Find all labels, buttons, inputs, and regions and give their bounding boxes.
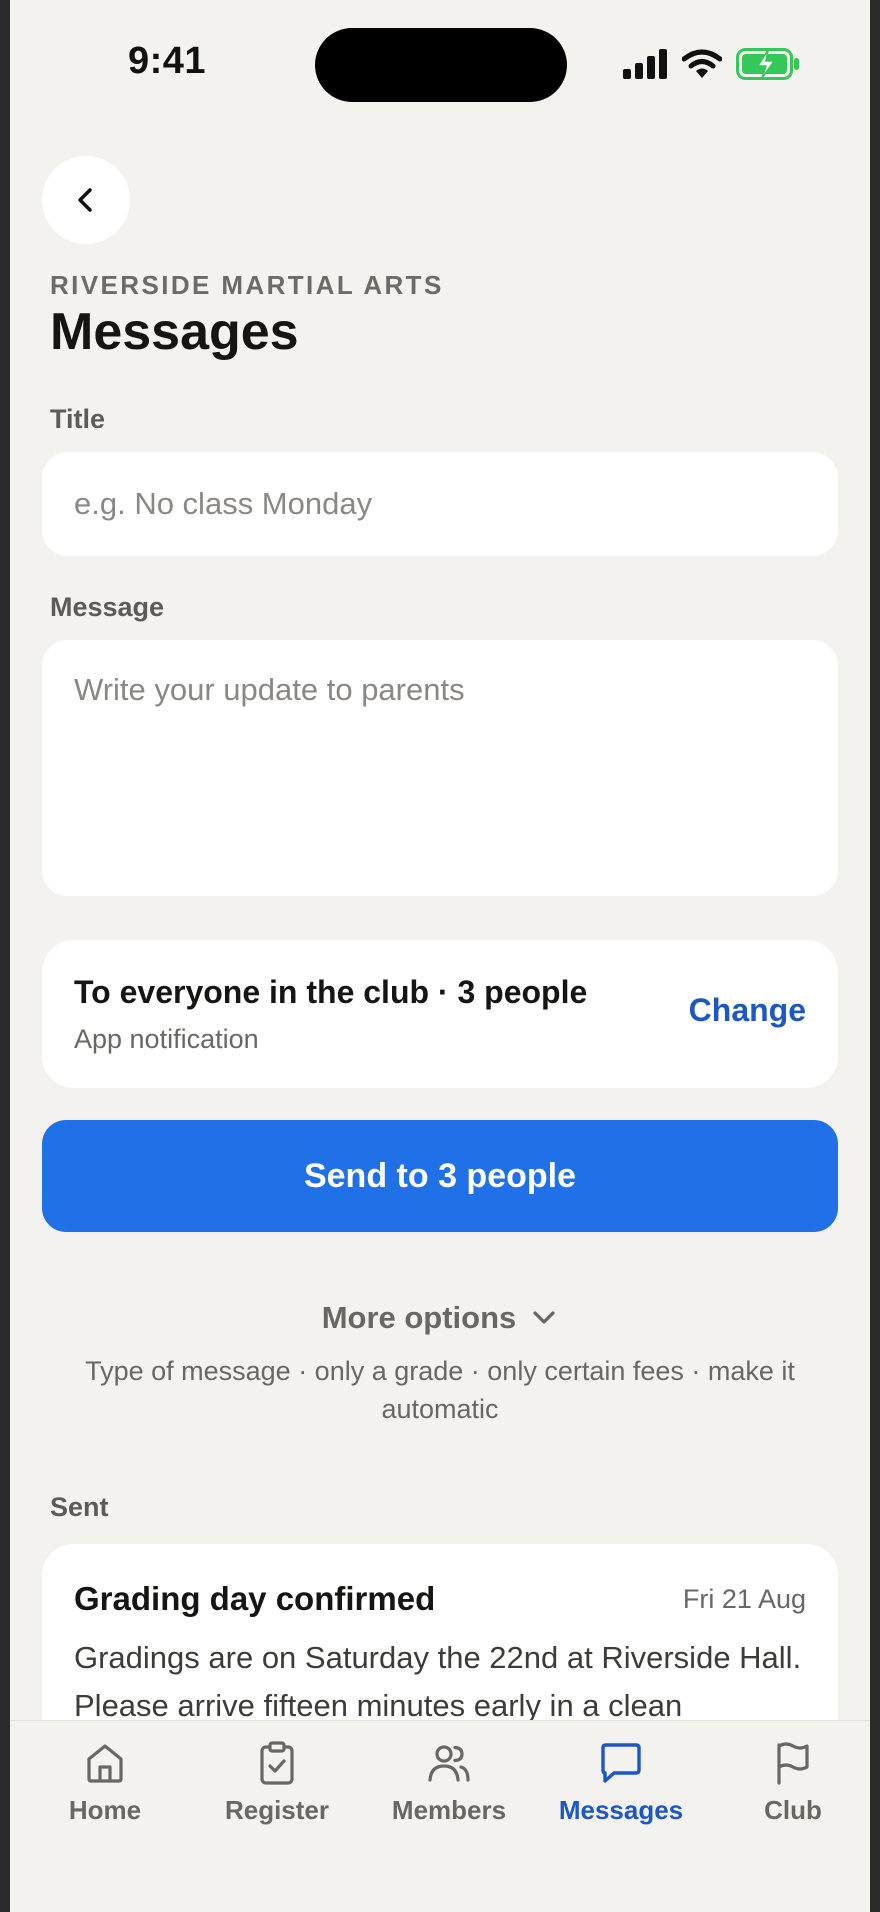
tab-club[interactable]: Club [713,1739,870,1826]
tab-messages-label: Messages [558,1795,684,1825]
status-icons [622,44,800,84]
back-button[interactable] [42,156,130,244]
recipients-summary: To everyone in the club · 3 people [74,974,588,1010]
home-icon [87,1744,123,1783]
users-icon [428,1745,470,1782]
app-screen: 9:41 RIVERSIDE MARTIAL ARTS Messages Tit… [10,0,870,1912]
battery-charging-icon [736,48,799,80]
tab-register[interactable]: Register [197,1739,357,1826]
tab-members[interactable]: Members [369,1739,529,1826]
message-textarea[interactable] [42,640,838,896]
tab-club-label: Club [764,1795,822,1825]
clipboard-check-icon [260,1741,294,1785]
delivery-channel: App notification [74,1024,259,1054]
club-name: RIVERSIDE MARTIAL ARTS [50,270,444,300]
chevron-left-icon [78,188,92,212]
tab-members-label: Members [391,1795,507,1825]
send-button[interactable]: Send to 3 people [42,1120,838,1232]
title-input[interactable] [42,452,838,556]
tab-home-label: Home [68,1795,142,1825]
sent-message-date: Fri 21 Aug [682,1584,806,1614]
message-icon [601,1743,641,1783]
tab-bar: Home Register Members Messages Club [10,1720,870,1912]
tab-messages[interactable]: Messages [541,1739,701,1826]
more-options-label: More options [321,1300,517,1335]
flag-icon [777,1742,809,1785]
tab-home[interactable]: Home [25,1739,185,1826]
sent-message-body: Gradings are on Saturday the 22nd at Riv… [74,1640,802,1723]
more-options-hint: Type of message · only a grade · only ce… [85,1356,795,1424]
sent-section-label: Sent [50,1492,109,1522]
dynamic-island [315,28,567,102]
wifi-icon [682,49,722,78]
title-label: Title [50,404,106,434]
change-recipients-link[interactable]: Change [689,992,806,1029]
more-options-toggle[interactable]: More options [10,1300,870,1336]
cellular-signal-icon [623,49,667,79]
page-title: Messages [50,303,299,361]
sent-message-title: Grading day confirmed [74,1580,436,1617]
tab-register-label: Register [224,1795,330,1825]
message-label: Message [50,592,165,622]
recipients-card: To everyone in the club · 3 people App n… [42,940,838,1088]
chevron-down-icon [533,1311,555,1324]
status-time: 9:41 [128,40,207,82]
